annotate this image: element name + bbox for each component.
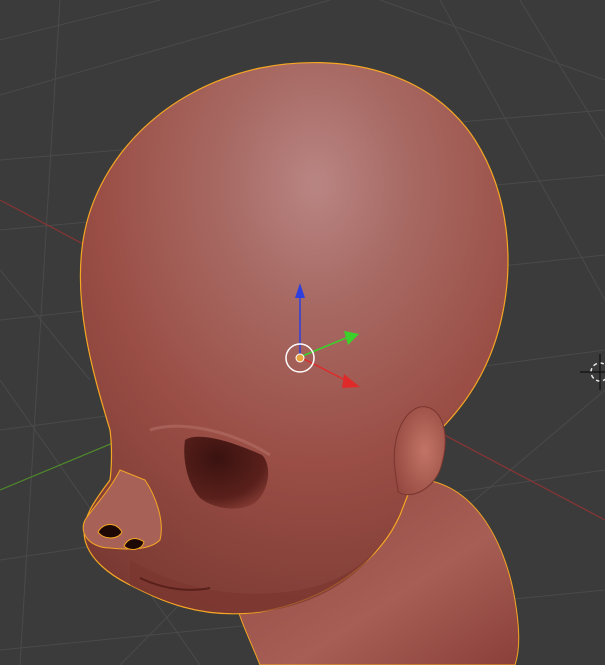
object-origin-icon bbox=[295, 353, 305, 363]
viewport-canvas[interactable] bbox=[0, 0, 605, 665]
3d-viewport[interactable] bbox=[0, 0, 605, 665]
3d-cursor-icon[interactable] bbox=[580, 354, 605, 390]
